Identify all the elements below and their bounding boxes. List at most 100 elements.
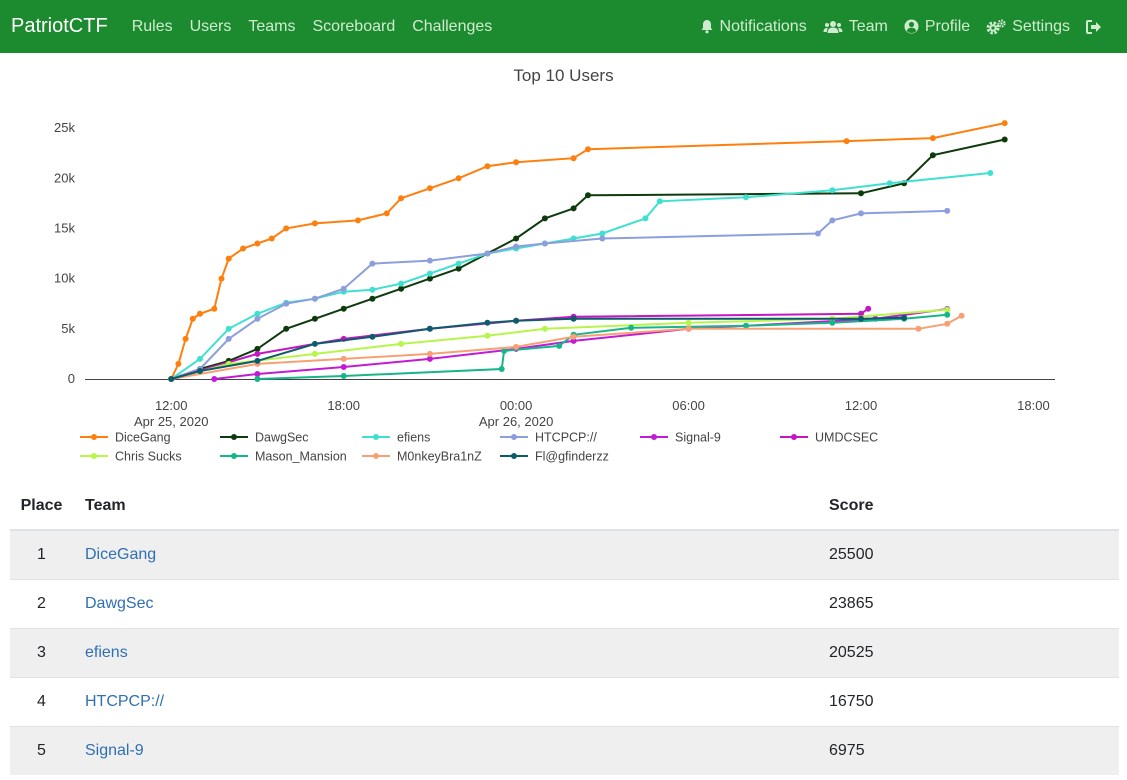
legend-label: DawgSec: [255, 431, 309, 445]
team-link[interactable]: DawgSec: [85, 595, 153, 612]
legend-label: Chris Sucks: [115, 450, 182, 464]
legend-marker: [373, 434, 379, 440]
nav-teams[interactable]: Teams: [248, 18, 295, 36]
data-point: [340, 364, 347, 370]
legend-marker: [651, 434, 657, 440]
nav-users[interactable]: Users: [190, 18, 232, 36]
data-point: [513, 343, 520, 350]
table-row: 2 DawgSec 23865: [10, 578, 1119, 628]
data-point: [197, 355, 203, 362]
row-place: 2: [10, 578, 73, 628]
data-point: [225, 255, 232, 262]
data-point: [541, 215, 548, 222]
legend-label: Mason_Mansion: [255, 450, 347, 464]
data-point: [585, 192, 591, 199]
legend-label: Signal-9: [675, 431, 721, 445]
row-place: 4: [10, 676, 73, 726]
nav-settings[interactable]: Settings: [986, 18, 1070, 36]
row-score: 25500: [829, 529, 1119, 579]
nav-team[interactable]: Team: [823, 18, 888, 36]
nav-profile-label: Profile: [924, 17, 971, 35]
legend-marker: [511, 453, 517, 459]
nav-right: Notifications Team Profile Settings: [684, 0, 1108, 53]
legend-marker: [91, 453, 97, 459]
legend-marker: [791, 434, 797, 440]
nav-logout[interactable]: [1086, 19, 1108, 34]
data-point: [426, 257, 433, 264]
data-point: [570, 155, 577, 162]
table-row: 5 Signal-9 6975: [10, 725, 1119, 775]
team-link[interactable]: Signal-9: [85, 742, 144, 759]
table-row: 1 DiceGang 25500: [10, 529, 1119, 579]
sign-out-icon: [1086, 19, 1101, 34]
row-score: 16750: [829, 676, 1119, 726]
row-score: 20525: [829, 627, 1119, 677]
data-point: [369, 333, 376, 340]
legend-label: M0nkeyBra1nZ: [397, 450, 482, 464]
user-circle-icon: [904, 19, 919, 34]
row-team: efiens: [73, 627, 829, 677]
row-place: 1: [10, 529, 73, 579]
table-row: 3 efiens 20525: [10, 627, 1119, 677]
data-point: [268, 235, 275, 242]
data-point: [484, 332, 491, 339]
data-point: [189, 315, 196, 322]
data-point: [254, 315, 261, 322]
brand-logo[interactable]: PatriotCTF: [11, 15, 108, 38]
x-tick-label: 06:00: [672, 398, 705, 413]
data-point: [886, 180, 893, 187]
nav-profile[interactable]: Profile: [904, 18, 970, 36]
data-point: [398, 340, 405, 347]
x-tick-label: 00:00: [500, 398, 533, 413]
table-row: 4 HTCPCP:// 16750: [10, 676, 1119, 726]
header-team: Team: [73, 483, 829, 531]
nav-notifications[interactable]: Notifications: [700, 18, 807, 36]
x-tick-label: 18:00: [327, 398, 360, 413]
data-point: [211, 376, 218, 382]
series-line: [257, 313, 948, 380]
row-place: 5: [10, 725, 73, 775]
data-point: [599, 235, 606, 242]
nav-rules[interactable]: Rules: [132, 18, 173, 36]
data-point: [225, 335, 232, 342]
data-point: [915, 325, 922, 332]
data-point: [858, 315, 864, 322]
nav-left: Rules Users Teams Scoreboard Challenges: [132, 18, 510, 36]
series-line: [170, 138, 1005, 380]
cogs-icon: [986, 18, 1006, 34]
data-point: [197, 310, 203, 317]
team-link[interactable]: DiceGang: [85, 546, 156, 563]
data-point: [254, 350, 261, 357]
data-point: [642, 215, 649, 222]
data-point: [513, 235, 520, 242]
data-point: [570, 315, 577, 322]
data-point: [513, 317, 520, 324]
team-link[interactable]: HTCPCP://: [85, 693, 164, 710]
scoreboard-table: Place Team Score 1 DiceGang 25500 2 Dawg…: [10, 483, 1119, 775]
data-point: [283, 225, 290, 232]
data-point: [929, 135, 936, 142]
nav-challenges[interactable]: Challenges: [412, 18, 492, 36]
data-point: [585, 146, 591, 153]
data-point: [829, 187, 836, 194]
data-point: [628, 324, 635, 331]
y-tick-label: 0: [68, 371, 75, 386]
data-point: [311, 295, 318, 302]
data-point: [484, 319, 491, 326]
data-point: [254, 376, 261, 382]
row-place: 3: [10, 627, 73, 677]
data-point: [283, 325, 290, 332]
y-tick-label: 15k: [54, 220, 75, 235]
data-point: [484, 163, 491, 170]
series-line: [170, 122, 1005, 380]
users-icon: [823, 20, 843, 33]
data-point: [340, 305, 347, 312]
data-point: [944, 320, 951, 327]
data-point: [570, 205, 577, 212]
data-point: [570, 333, 577, 340]
data-point: [311, 220, 318, 227]
nav-scoreboard[interactable]: Scoreboard: [313, 18, 396, 36]
row-score: 6975: [829, 725, 1119, 775]
team-link[interactable]: efiens: [85, 644, 128, 661]
data-point: [254, 357, 261, 364]
